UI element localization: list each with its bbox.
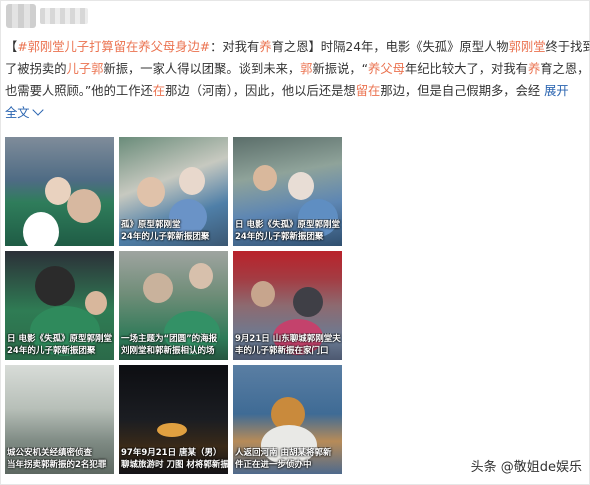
photo-interrogation[interactable]: 人返回河南 由胡某将郭新 件正在进一步侦办中 bbox=[233, 365, 342, 474]
photo-caption-line: 城公安机关经缜密侦查 bbox=[7, 448, 93, 458]
photo-subject-shape bbox=[67, 189, 101, 223]
photo-caption: 一场主题为“团圆”的海报 刘刚堂和郭新振相认的场 bbox=[119, 333, 228, 357]
photo-caption-line: 24年的儿子郭新振团聚 bbox=[7, 346, 96, 356]
source-watermark: 头条 @敬姐de娱乐 bbox=[470, 460, 582, 475]
photo-caption-line: 日 电影《失孤》原型郭刚堂 bbox=[7, 334, 112, 344]
post-text-line: 全文 bbox=[5, 102, 580, 124]
photo-caption-line: 当年拐卖郭新振的2名犯罪 bbox=[7, 460, 107, 470]
photo-caption: 日 电影《失孤》原型郭刚堂 24年的儿子郭新振团聚 bbox=[5, 333, 114, 357]
post-text-segment: ：对我有 bbox=[210, 40, 260, 54]
keyword-highlight: 郭 bbox=[300, 62, 313, 76]
photo-subject-shape bbox=[23, 212, 59, 246]
photo-subject-shape bbox=[35, 266, 75, 306]
keyword-highlight: 养 bbox=[527, 62, 541, 76]
post-text-segment: 那边，但是自己假期多，会经 bbox=[380, 84, 541, 98]
photo-subject-shape bbox=[85, 291, 107, 315]
photo-caption: 城公安机关经缜密侦查当年拐卖郭新振的2名犯罪 bbox=[5, 447, 114, 471]
keyword-highlight: 在 bbox=[152, 84, 166, 98]
photo-subject-shape bbox=[189, 263, 213, 289]
keyword-highlight: 儿子郭 bbox=[66, 62, 104, 76]
full-text-link[interactable]: 全文 bbox=[5, 106, 30, 120]
expand-link[interactable]: 展开 bbox=[540, 84, 569, 98]
photo-caption-line: 97年9月21日 唐某（男） bbox=[121, 448, 222, 458]
photo-subject-shape bbox=[253, 165, 277, 191]
post-text-segment: 育之恩， bbox=[540, 62, 590, 76]
photo-subject-shape bbox=[251, 281, 275, 307]
post-text: 【#郭刚堂儿子打算留在养父母身边#：对我有养育之恩】时隔24年，电影《失孤》原型… bbox=[5, 36, 590, 124]
photo-subject-shape bbox=[293, 287, 323, 317]
post-text-segment: 【 bbox=[5, 40, 18, 54]
post-text-segment: 年纪比较大了，对我有 bbox=[404, 62, 528, 76]
photo-caption: 97年9月21日 唐某（男） 聊城旅游时 刀图 材将郭新振 bbox=[119, 447, 228, 471]
post-text-segment: 终于找到 bbox=[545, 40, 590, 54]
photo-caption-line: 日 电影《失孤》原型郭刚堂 bbox=[235, 220, 340, 230]
photo-embrace-police[interactable] bbox=[5, 137, 114, 246]
photo-hug-green-shirt[interactable]: 日 电影《失孤》原型郭刚堂 24年的儿子郭新振团聚 bbox=[5, 251, 114, 360]
post-text-line: 也需要人照顾。”他的工作还在那边（河南），因此，他以后还是想留在那边，但是自己假… bbox=[5, 80, 580, 102]
photo-night-car[interactable]: 97年9月21日 唐某（男） 聊城旅游时 刀图 材将郭新振 bbox=[119, 365, 228, 474]
photo-reunion-crowd[interactable]: 日 电影《失孤》原型郭刚堂 24年的儿子郭新振团聚 bbox=[233, 137, 342, 246]
hashtag-link[interactable]: #郭刚堂儿子打算留在养父母身边# bbox=[17, 40, 210, 54]
photo-rainy-road[interactable]: 城公安机关经缜密侦查当年拐卖郭新振的2名犯罪 bbox=[5, 365, 114, 474]
person-link[interactable]: 郭刚堂 bbox=[509, 40, 546, 54]
chevron-down-icon[interactable] bbox=[31, 104, 44, 116]
post-text-segment: 了被拐卖的 bbox=[5, 62, 67, 76]
photo-caption-line: 9月21日 山东聊城郭刚堂夫 bbox=[235, 334, 341, 344]
post-text-segment: 新振，一家人得以团聚。谈到未来， bbox=[103, 62, 301, 76]
keyword-highlight: 养父母 bbox=[368, 62, 405, 76]
post-text-line: 【#郭刚堂儿子打算留在养父母身边#：对我有养育之恩】时隔24年，电影《失孤》原型… bbox=[5, 36, 590, 58]
photo-caption-line: 聊城旅游时 刀图 材将郭新振 bbox=[121, 460, 228, 470]
photo-subject-shape bbox=[157, 423, 187, 437]
post-text-segment: 育之恩】时隔24年，电影《失孤》原型人物 bbox=[271, 40, 509, 54]
post-text-line: 了被拐卖的儿子郭新振，一家人得以团聚。谈到未来，郭新振说，“养父母年纪比较大了，… bbox=[5, 58, 589, 80]
photo-caption-line: 丰的儿子郭新振在家门口 bbox=[235, 346, 329, 356]
username-blurred[interactable] bbox=[40, 8, 88, 24]
photo-caption-line: 孤》原型郭刚堂 bbox=[121, 220, 181, 230]
photo-caption-line: 24年的儿子郭新振团聚 bbox=[121, 232, 210, 242]
photo-caption-line: 人返回河南 由胡某将郭新 bbox=[235, 448, 332, 458]
photo-subject-shape bbox=[179, 167, 205, 195]
post-text-segment: 那边（河南），因此，他以后还是想 bbox=[165, 84, 356, 98]
photo-caption: 孤》原型郭刚堂 24年的儿子郭新振团聚 bbox=[119, 219, 228, 243]
avatar-blurred[interactable] bbox=[6, 4, 36, 28]
photo-caption: 人返回河南 由胡某将郭新 件正在进一步侦办中 bbox=[233, 447, 342, 471]
photo-caption-line: 件正在进一步侦办中 bbox=[235, 460, 312, 470]
photo-caption: 日 电影《失孤》原型郭刚堂 24年的儿子郭新振团聚 bbox=[233, 219, 342, 243]
photo-caption-line: 刘刚堂和郭新振相认的场 bbox=[121, 346, 215, 356]
post-text-segment: 也需要人照顾。”他的工作还 bbox=[5, 84, 153, 98]
photo-caption-line: 24年的儿子郭新振团聚 bbox=[235, 232, 324, 242]
post-header bbox=[0, 0, 590, 34]
photo-reunion-poster[interactable]: 一场主题为“团圆”的海报 刘刚堂和郭新振相认的场 bbox=[119, 251, 228, 360]
photo-embrace-elder[interactable]: 孤》原型郭刚堂 24年的儿子郭新振团聚 bbox=[119, 137, 228, 246]
photo-subject-shape bbox=[143, 273, 173, 303]
photo-family-doorstep[interactable]: 9月21日 山东聊城郭刚堂夫 丰的儿子郭新振在家门口 bbox=[233, 251, 342, 360]
keyword-highlight: 留在 bbox=[355, 84, 381, 98]
photo-subject-shape bbox=[137, 177, 165, 207]
photo-caption-line: 一场主题为“团圆”的海报 bbox=[121, 334, 218, 344]
photo-subject-shape bbox=[288, 172, 314, 200]
photo-caption: 9月21日 山东聊城郭刚堂夫 丰的儿子郭新振在家门口 bbox=[233, 333, 342, 357]
keyword-highlight: 养 bbox=[259, 40, 272, 54]
post-text-segment: 新振说，“ bbox=[312, 62, 369, 76]
